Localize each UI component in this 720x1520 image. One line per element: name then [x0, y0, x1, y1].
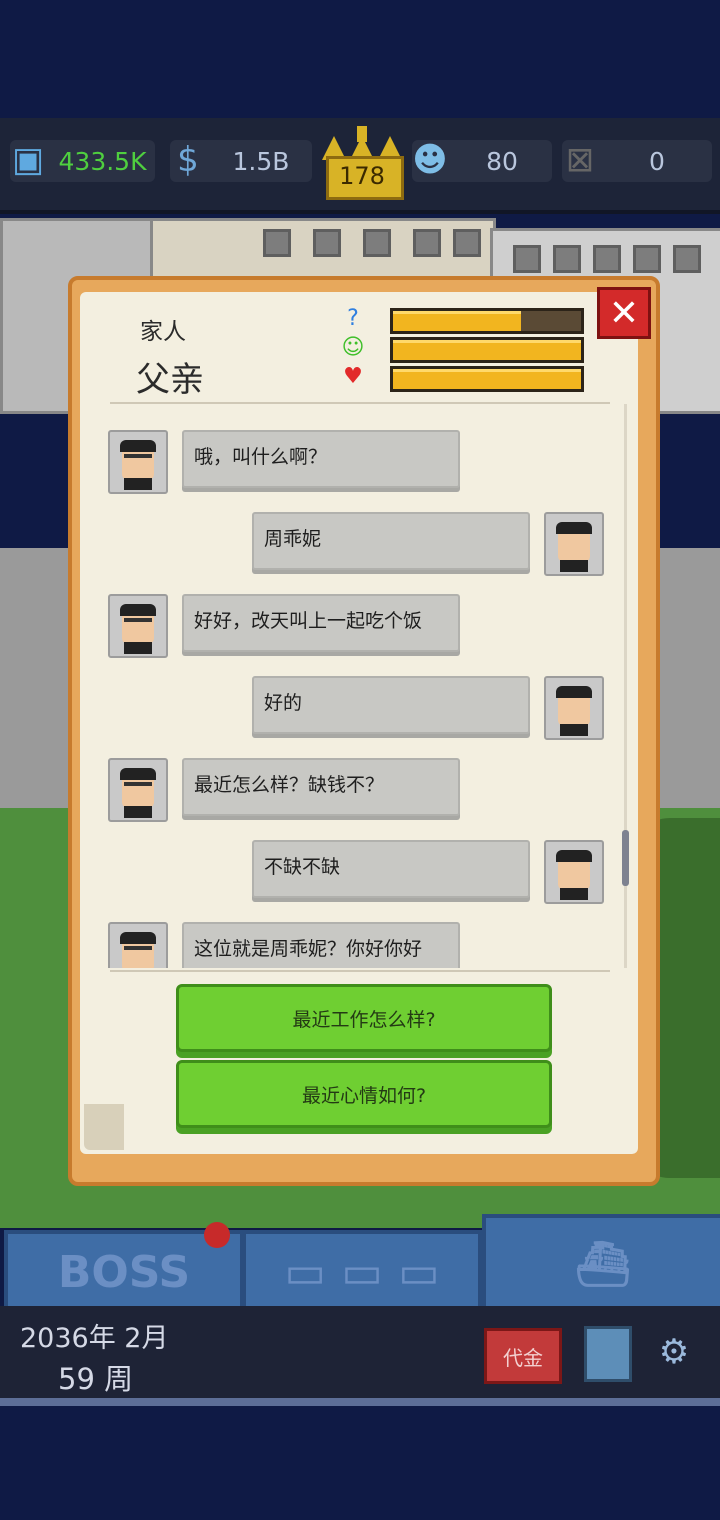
money-stat[interactable]: $ 1.5B — [170, 140, 312, 182]
relationship-bar-fill — [393, 369, 581, 389]
relation-category: 家人 — [140, 319, 186, 345]
scrollbar-thumb[interactable] — [622, 830, 629, 886]
book-icon[interactable] — [584, 1326, 632, 1382]
box-stat[interactable]: ⊠ 0 — [562, 140, 712, 182]
date-year-month: 2036年 2月 — [20, 1323, 169, 1354]
staff-icons: ▭ ▭ ▭ — [284, 1246, 440, 1298]
employees-value: 433.5K — [58, 146, 147, 176]
father-message-bubble: 这位就是周乖妮？你好你好 — [182, 922, 460, 968]
chat-log[interactable]: 哦，叫什么啊？ 周乖妮好好，改天叫上一起吃个饭好的最近怎么样？缺钱不？ 不缺不缺这位… — [108, 408, 618, 968]
player-avatar — [544, 840, 604, 904]
settings-sliders-icon[interactable]: ⚙ — [650, 1332, 698, 1376]
paper-curl — [84, 1104, 124, 1150]
player-message-bubble: 不缺不缺 — [252, 840, 530, 898]
face-icon: ☻ — [412, 140, 448, 180]
notification-dot — [204, 1222, 230, 1248]
mood-stat[interactable]: ☻ 80 — [412, 140, 552, 182]
close-button[interactable]: ✕ — [597, 287, 651, 339]
staff-button[interactable]: ▭ ▭ ▭ — [242, 1230, 482, 1314]
father-message-bubble: 最近怎么样？缺钱不？ — [182, 758, 460, 816]
relationship-bar — [390, 337, 584, 363]
box-value: 0 — [649, 146, 665, 176]
boss-button-label: BOSS — [57, 1246, 191, 1298]
employees-stat[interactable]: ▣ 433.5K — [10, 140, 155, 182]
top-divider — [110, 402, 610, 404]
smile-icon: ☺ — [341, 334, 365, 360]
player-message-bubble: 周乖妮 — [252, 512, 530, 570]
bottom-action-row: BOSS ▭ ▭ ▭ ⛴ — [0, 1214, 720, 1314]
mood-value: 80 — [486, 146, 518, 176]
crown-level-value: 178 — [339, 162, 385, 190]
player-avatar — [544, 512, 604, 576]
relationship-bar — [390, 308, 584, 334]
voucher-button[interactable]: 代金 — [484, 1328, 562, 1384]
date-week: 59 周 — [58, 1362, 134, 1396]
player-message-bubble: 好的 — [252, 676, 530, 734]
reply-option-button[interactable]: 最近工作怎么样? — [176, 984, 552, 1052]
crown-level[interactable]: 178 — [322, 126, 404, 200]
father-avatar — [108, 430, 168, 494]
money-value: 1.5B — [232, 146, 290, 176]
relationship-bar-fill — [393, 340, 581, 360]
reply-option-button[interactable]: 最近心情如何? — [176, 1060, 552, 1128]
father-avatar — [108, 758, 168, 822]
ship-button[interactable]: ⛴ — [482, 1214, 720, 1314]
character-name: 父亲 — [136, 360, 204, 400]
father-message-bubble: 哦，叫什么啊？ — [182, 430, 460, 488]
bottom-bar: 2036年 2月 59 周 代金 ⚙ — [0, 1306, 720, 1406]
close-icon: ✕ — [608, 292, 640, 334]
voucher-label: 代金 — [503, 1345, 543, 1370]
ship-icon: ⛴ — [575, 1239, 631, 1290]
robot-icon: ▣ — [11, 140, 45, 180]
relationship-bar — [390, 366, 584, 392]
bottom-divider — [110, 970, 610, 972]
question-bubble-icon: ? — [347, 305, 359, 331]
hearts-icon: ♥ — [343, 363, 363, 389]
relationship-bar-fill — [393, 311, 521, 331]
father-avatar — [108, 594, 168, 658]
money-bag-icon: $ — [177, 140, 199, 180]
father-message-bubble: 好好，改天叫上一起吃个饭 — [182, 594, 460, 652]
player-avatar — [544, 676, 604, 740]
father-avatar — [108, 922, 168, 968]
crossed-box-icon: ⊠ — [565, 140, 595, 180]
